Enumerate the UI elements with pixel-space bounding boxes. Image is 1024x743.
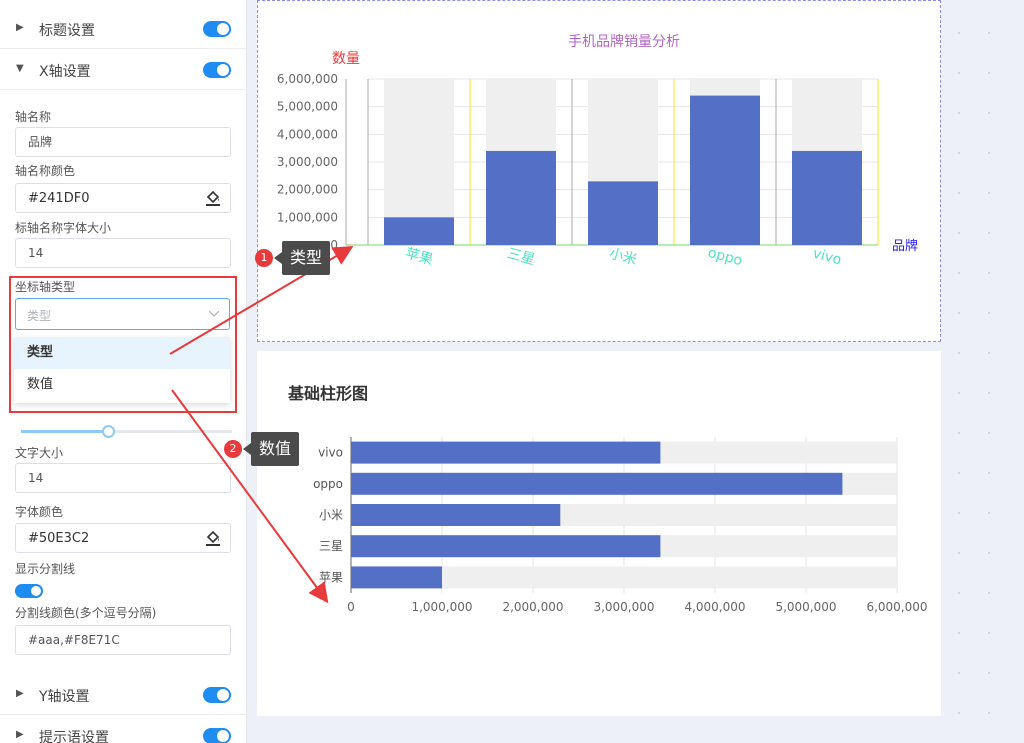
callout-value: 数值 (242, 432, 300, 466)
annotation-arrows (169, 245, 354, 604)
step-badge-1: 1 (255, 249, 273, 267)
callout-category: 类型 (273, 241, 331, 275)
step-badge-2: 2 (224, 440, 242, 458)
arrow-2 (171, 389, 329, 604)
